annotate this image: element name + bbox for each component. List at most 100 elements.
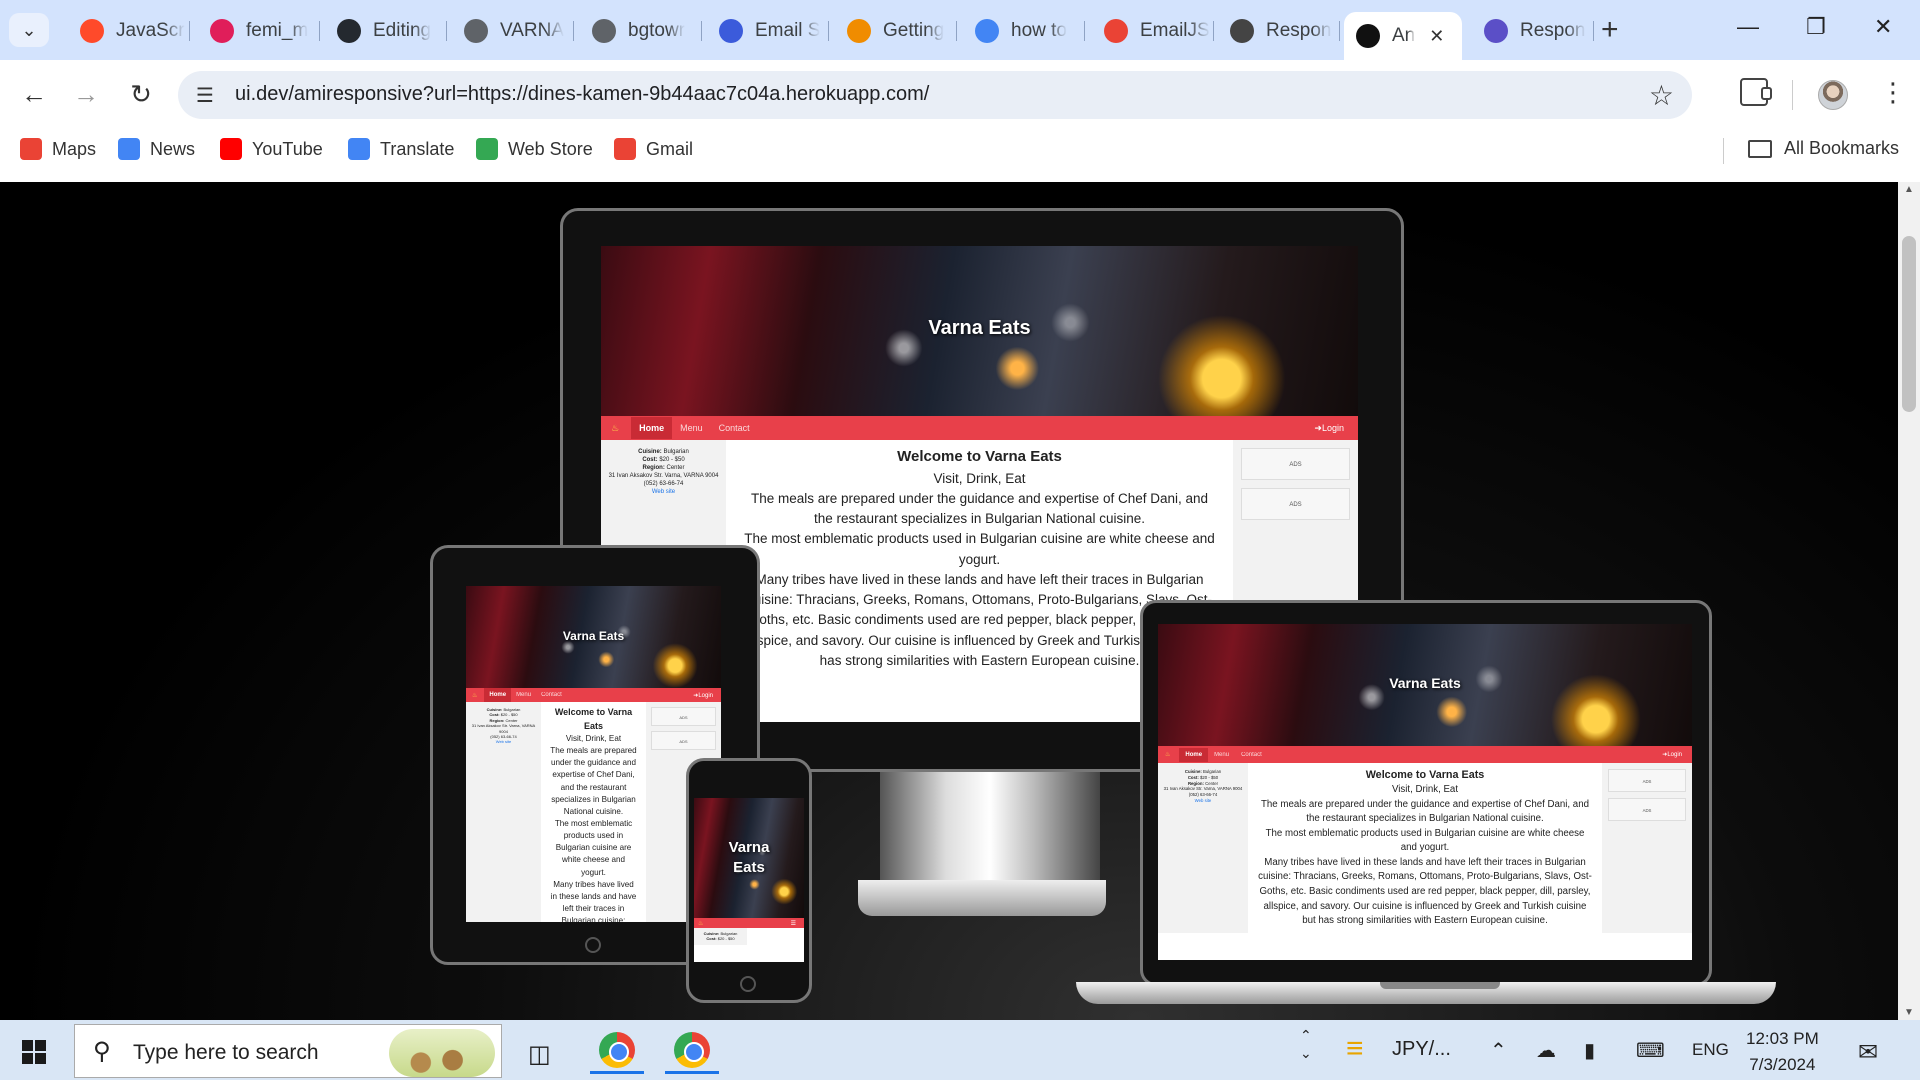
taskbar-search[interactable]: ⚲ Type here to search: [74, 1024, 502, 1078]
tagline: Visit, Drink, Eat: [1391, 784, 1459, 796]
tab-12[interactable]: Respon: [1472, 12, 1594, 50]
clock[interactable]: 12:03 PM 7/3/2024: [1746, 1026, 1819, 1078]
notifications-icon[interactable]: ✉: [1858, 1038, 1878, 1067]
restore-button[interactable]: ❐: [1806, 14, 1826, 40]
currency-widget-label[interactable]: JPY/...: [1392, 1038, 1451, 1061]
chrome-profile-taskbar-icon[interactable]: [665, 1028, 719, 1074]
tagline: Visit, Drink, Eat: [933, 470, 1026, 486]
tab-10[interactable]: Respon: [1218, 12, 1340, 50]
cost-value: $20 - $50: [1200, 774, 1219, 780]
nav-home[interactable]: Home: [484, 688, 512, 702]
bookmark-news[interactable]: News: [118, 138, 195, 160]
site-info-icon[interactable]: ☰: [196, 83, 214, 108]
tab-3[interactable]: Editing: [325, 12, 447, 50]
currency-widget-icon[interactable]: ≡: [1346, 1032, 1364, 1066]
nav-menu[interactable]: Menu: [672, 423, 711, 433]
scrollbar-thumb[interactable]: [1902, 236, 1916, 412]
tab-title: Editing: [373, 20, 432, 41]
tab-8[interactable]: how to: [963, 12, 1085, 50]
cost-value: $20 - $50: [659, 457, 685, 464]
hamburger-icon[interactable]: ☰: [791, 920, 796, 927]
bookmark-label: Gmail: [646, 138, 694, 159]
bookmark-star-icon[interactable]: ☆: [1649, 79, 1674, 112]
clock-time: 12:03 PM: [1746, 1029, 1819, 1048]
task-view-icon[interactable]: ◫: [528, 1040, 551, 1069]
tab-5[interactable]: bgtowr: [580, 12, 702, 50]
bookmark-label: Web Store: [508, 138, 593, 159]
website-link[interactable]: Web site: [605, 488, 722, 496]
site-title: Varna Eats: [728, 839, 770, 876]
address-bar[interactable]: ☰ ui.dev/amiresponsive?url=https://dines…: [178, 71, 1692, 119]
tablet-preview[interactable]: Varna Eats ♨ Home Menu Contact ➜Login Cuisine:…: [466, 586, 721, 922]
hero-banner: Varna Eats: [466, 586, 721, 688]
tab-title: Respon: [1266, 20, 1332, 41]
bookmark-translate[interactable]: Translate: [348, 138, 454, 160]
show-hidden-icons-icon[interactable]: ⌃: [1490, 1038, 1507, 1063]
tab-9[interactable]: EmailJS: [1092, 12, 1214, 50]
gmail-icon: [614, 138, 636, 160]
page-scrollbar[interactable]: ▲ ▼: [1898, 182, 1920, 1020]
tab-11[interactable]: An ✕: [1344, 12, 1462, 60]
bookmark-gmail[interactable]: Gmail: [614, 138, 693, 160]
nav-login[interactable]: ➜Login: [693, 692, 713, 699]
bookmark-youtube[interactable]: YouTube: [220, 138, 323, 160]
ad-slot-1[interactable]: ADS: [1608, 769, 1686, 792]
language-indicator[interactable]: ENG: [1692, 1040, 1729, 1060]
tab-separator: [446, 21, 447, 41]
close-window-button[interactable]: ✕: [1874, 14, 1892, 40]
welcome-heading: Welcome to Varna Eats: [1365, 769, 1485, 781]
nav-contact[interactable]: Contact: [536, 692, 567, 698]
translate-icon: [348, 138, 370, 160]
nav-contact[interactable]: Contact: [1235, 752, 1268, 758]
scroll-up-arrow-icon[interactable]: ▲: [1904, 184, 1914, 195]
battery-icon[interactable]: ▮: [1584, 1038, 1595, 1063]
website-link[interactable]: Web site: [1161, 798, 1245, 804]
windows-start-icon[interactable]: [22, 1040, 46, 1064]
website-link[interactable]: Web site: [468, 739, 539, 744]
bookmark-maps[interactable]: Maps: [20, 138, 96, 160]
profile-avatar[interactable]: [1818, 80, 1848, 110]
gmail-icon: [1104, 19, 1128, 43]
keyboard-icon[interactable]: ⌨: [1636, 1038, 1665, 1063]
nav-menu[interactable]: Menu: [511, 692, 536, 698]
nav-login[interactable]: ➜Login: [1314, 423, 1344, 434]
nav-menu[interactable]: Menu: [1208, 752, 1235, 758]
tab-7[interactable]: Getting: [835, 12, 957, 50]
nav-contact[interactable]: Contact: [711, 423, 758, 433]
phone-number: (052) 63-66-74: [643, 481, 684, 488]
new-tab-button[interactable]: +: [1601, 13, 1619, 47]
bookmark-web-store[interactable]: Web Store: [476, 138, 593, 160]
forward-button[interactable]: →: [66, 79, 106, 110]
close-tab-icon[interactable]: ✕: [1429, 26, 1444, 47]
menu-kebab-icon[interactable]: ⋮: [1880, 74, 1906, 110]
tab-1[interactable]: JavaScr: [68, 12, 190, 50]
chrome-taskbar-icon[interactable]: [590, 1028, 644, 1074]
ad-slot-2[interactable]: ADS: [651, 731, 716, 750]
login-label: Login: [698, 692, 713, 699]
ad-slot-1[interactable]: ADS: [1241, 448, 1350, 480]
laptop-preview[interactable]: Varna Eats ♨ Home Menu Contact ➜Login Cuisine:…: [1158, 624, 1692, 960]
back-button[interactable]: ←: [14, 79, 54, 110]
tab-6[interactable]: Email S: [707, 12, 829, 50]
scroll-down-arrow-icon[interactable]: ▼: [1904, 1007, 1914, 1018]
ad-slot-1[interactable]: ADS: [651, 707, 716, 726]
phone-preview[interactable]: Varna Eats ♨ ☰ Cuisine: Bulgarian Cost: $20 …: [694, 798, 804, 962]
tab-2[interactable]: femi_m: [198, 12, 320, 50]
google-news-icon: [118, 138, 140, 160]
google-icon: [975, 19, 999, 43]
url-text[interactable]: ui.dev/amiresponsive?url=https://dines-k…: [235, 83, 929, 106]
tab-4[interactable]: VARNA: [452, 12, 574, 50]
nav-home[interactable]: Home: [1179, 747, 1209, 762]
extensions-icon[interactable]: [1740, 78, 1772, 106]
site-title: Varna Eats: [928, 317, 1031, 339]
nav-login[interactable]: ➜Login: [1662, 751, 1682, 758]
all-bookmarks-button[interactable]: All Bookmarks: [1748, 138, 1899, 159]
taskbar-scroll-icon[interactable]: ⌃ ⌄: [1300, 1026, 1312, 1062]
minimize-button[interactable]: —: [1737, 14, 1759, 40]
ad-slot-2[interactable]: ADS: [1608, 798, 1686, 821]
reload-button[interactable]: ↻: [121, 79, 161, 110]
nav-home[interactable]: Home: [631, 417, 673, 439]
tab-search-button[interactable]: ⌄: [9, 13, 49, 47]
onedrive-error-icon[interactable]: ☁: [1536, 1038, 1556, 1063]
ad-slot-2[interactable]: ADS: [1241, 488, 1350, 520]
